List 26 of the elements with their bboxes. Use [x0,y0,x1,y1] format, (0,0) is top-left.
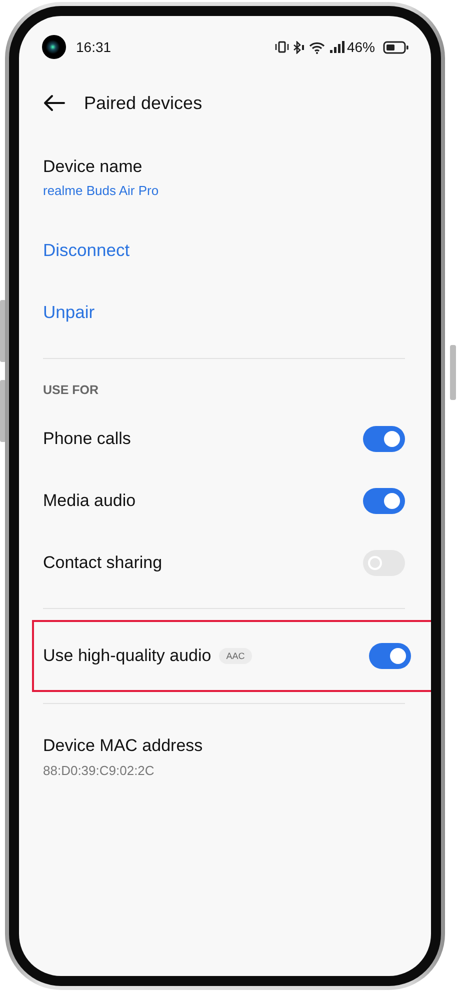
toggle-switch[interactable] [363,550,405,576]
toggle-switch[interactable] [369,643,411,669]
page-title: Paired devices [84,92,202,114]
setting-label: Use high-quality audio [43,646,212,666]
setting-label: Media audio [43,491,136,511]
device-name-label: Device name [43,157,142,177]
vibrate-icon [274,41,289,53]
camera-icon [42,35,66,59]
action-link[interactable]: Disconnect [43,240,130,260]
status-time: 16:31 [76,39,112,55]
back-arrow-icon[interactable] [42,94,66,112]
section-header: USE FOR [43,383,99,397]
codec-badge: AAC [219,648,252,664]
device-name-value[interactable]: realme Buds Air Pro [43,183,159,198]
battery-icon [383,40,409,54]
signal-icon [330,41,345,53]
mac-label: Device MAC address [43,736,203,756]
toggle-switch[interactable] [363,488,405,514]
mac-value: 88:D0:39:C9:02:2C [43,763,154,778]
wifi-icon [308,40,326,54]
setting-label: Phone calls [43,429,131,449]
setting-label: Contact sharing [43,553,162,573]
action-link[interactable]: Unpair [43,302,95,322]
toggle-switch[interactable] [363,426,405,452]
bluetooth-icon [292,40,305,54]
battery-percent: 46% [346,39,375,55]
